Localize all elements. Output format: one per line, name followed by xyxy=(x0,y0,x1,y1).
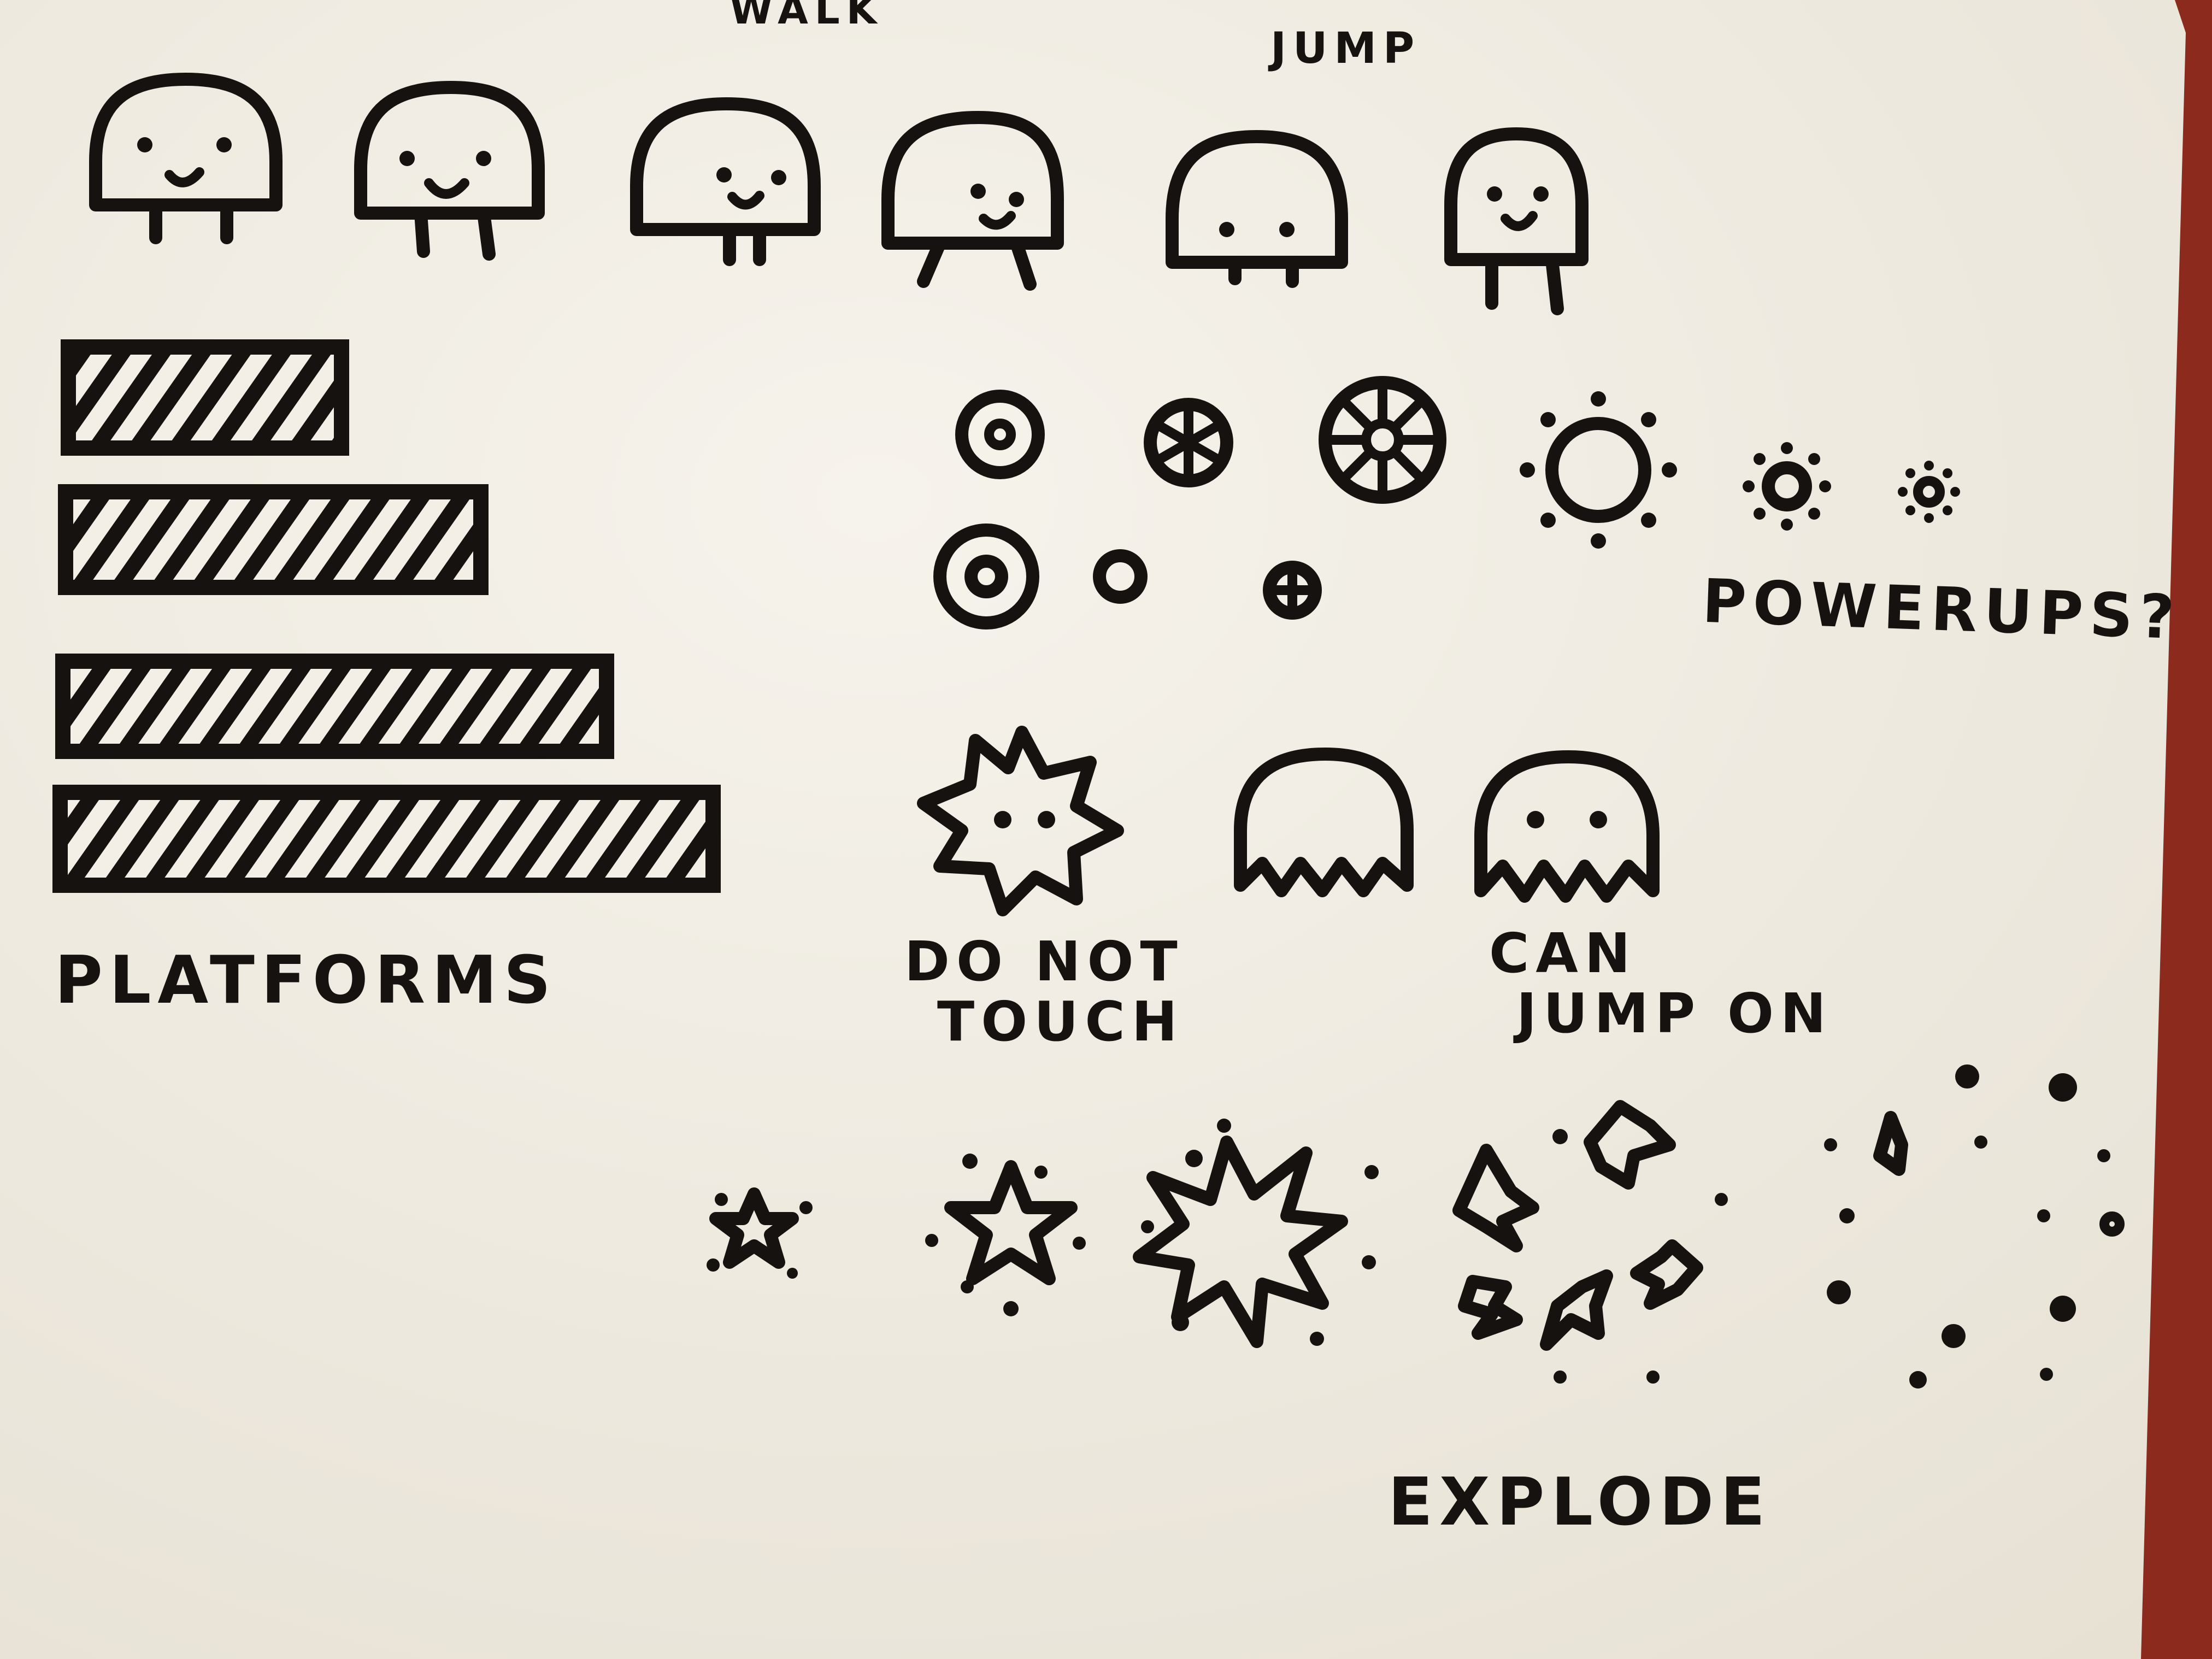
do-not-touch-line1: DO NOT xyxy=(904,929,1184,993)
jump-label: JUMP xyxy=(1270,24,1421,73)
do-not-touch-line2: TOUCH xyxy=(937,990,1184,1054)
platforms-label: PLATFORMS xyxy=(55,943,558,1019)
powerups-label: POWERUPS? xyxy=(1701,566,2182,653)
can-jump-on-line1: CAN xyxy=(1489,921,1637,985)
explode-label: EXPLODE xyxy=(1388,1464,1772,1540)
platform-small xyxy=(61,339,349,456)
sketch-sheet xyxy=(0,0,2186,1659)
walk-label: WALK xyxy=(730,0,884,33)
can-jump-on-line2: JUMP ON xyxy=(1516,981,1833,1045)
platform-xlarge xyxy=(52,785,721,893)
powerup-cross-small xyxy=(1263,561,1322,620)
platform-large xyxy=(55,654,614,759)
platform-medium xyxy=(58,484,489,595)
